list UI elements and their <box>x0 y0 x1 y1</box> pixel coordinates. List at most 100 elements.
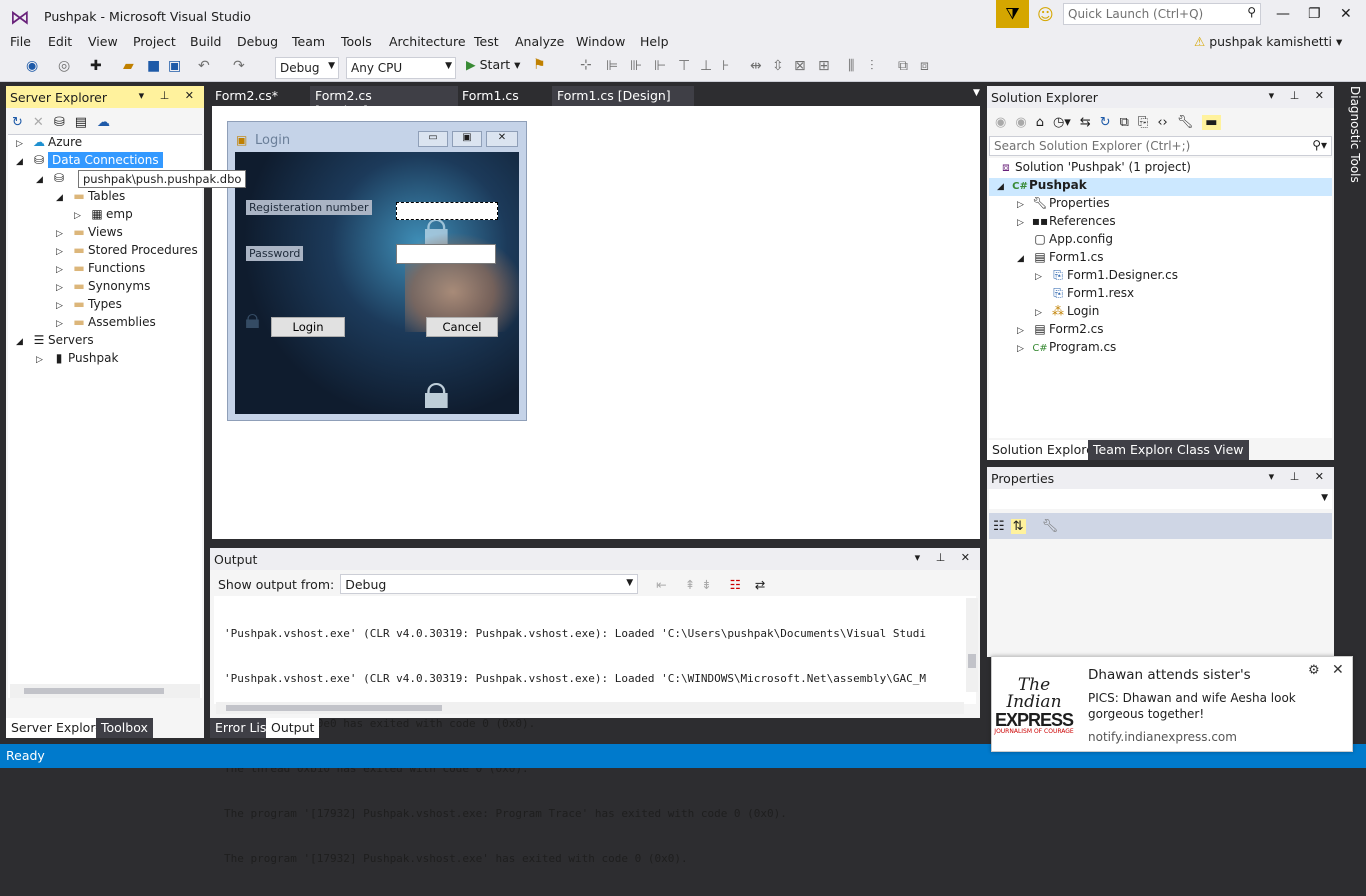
menu-tools[interactable]: Tools <box>341 34 372 49</box>
menu-architecture[interactable]: Architecture <box>389 34 466 49</box>
expand-icon[interactable]: ▷ <box>56 265 70 275</box>
expand-icon[interactable]: ▷ <box>56 247 70 257</box>
word-wrap-icon[interactable]: ⇄ <box>755 577 765 592</box>
tab-solution-explorer[interactable]: Solution Explorer <box>987 440 1104 460</box>
expand-icon[interactable]: ▷ <box>1035 308 1049 318</box>
navigate-forward-icon[interactable]: ◎ <box>58 58 70 74</box>
menu-analyze[interactable]: Analyze <box>515 34 564 49</box>
tree-item-form2[interactable]: ▷ ▤ Form2.cs <box>1017 322 1104 340</box>
menu-window[interactable]: Window <box>576 34 625 49</box>
navigate-back-icon[interactable]: ◉ <box>26 58 38 74</box>
notifications-filter-icon[interactable]: ⧩ <box>996 0 1029 28</box>
collapse-all-icon[interactable]: ⧉ <box>1120 115 1129 130</box>
user-account[interactable]: ⚠ pushpak kamishetti ▾ <box>1194 34 1342 49</box>
tree-item-form1-resx[interactable]: ⎘ Form1.resx <box>1049 286 1134 304</box>
menu-project[interactable]: Project <box>133 34 176 49</box>
align-rights-icon[interactable]: ⊩ <box>654 58 666 74</box>
tree-item-solution[interactable]: ⧈ Solution 'Pushpak' (1 project) <box>997 160 1191 178</box>
tree-item-data-connections[interactable]: ◢ ⛁ Data Connections <box>16 152 202 171</box>
collapse-icon[interactable]: ◢ <box>1017 254 1031 264</box>
expand-icon[interactable]: ▷ <box>16 139 30 149</box>
quick-launch-input[interactable]: Quick Launch (Ctrl+Q) ⚲ <box>1063 3 1261 25</box>
tree-item-connection[interactable]: ◢ ⛁ <box>36 171 68 189</box>
menu-build[interactable]: Build <box>190 34 221 49</box>
tab-form2-cs[interactable]: Form2.cs* <box>210 86 308 106</box>
open-file-icon[interactable]: ▰ <box>123 58 134 74</box>
properties-object-select[interactable]: ▼ <box>989 489 1332 509</box>
tree-item-form1-designer[interactable]: ▷ ⎘ Form1.Designer.cs <box>1035 268 1178 286</box>
panel-window-buttons[interactable]: ▾ ⊥ ✕ <box>139 89 200 102</box>
password-textbox[interactable] <box>396 244 496 264</box>
connect-azure-icon[interactable]: ☁ <box>97 115 110 130</box>
categorized-icon[interactable]: ☷ <box>993 519 1005 534</box>
expand-icon[interactable]: ▷ <box>74 211 88 221</box>
minimize-button[interactable]: — <box>1276 6 1290 22</box>
diagnostic-tools-tab[interactable]: Diagnostic Tools <box>1340 86 1362 186</box>
tree-item-types[interactable]: ▷ ▬ Types <box>56 297 122 315</box>
expand-icon[interactable]: ▷ <box>1017 344 1031 354</box>
bring-to-front-icon[interactable]: ⧉ <box>898 58 908 74</box>
tree-item-azure[interactable]: ▷ ☁ Azure <box>16 135 82 153</box>
show-all-files-icon[interactable]: ⎘ <box>1138 115 1148 130</box>
tree-item-assemblies[interactable]: ▷ ▬ Assemblies <box>56 315 156 333</box>
make-same-size-icon[interactable]: ⊠ <box>794 58 806 74</box>
close-button[interactable]: ✕ <box>1340 6 1352 22</box>
tab-form2-design[interactable]: Form2.cs [Design]*⊸✕ <box>310 86 458 118</box>
home-icon[interactable]: ⌂ <box>1036 115 1044 130</box>
make-same-width-icon[interactable]: ⇹ <box>750 58 762 74</box>
collapse-icon[interactable]: ◢ <box>16 157 30 167</box>
align-middles-icon[interactable]: ⊥ <box>700 58 712 74</box>
tab-output[interactable]: Output <box>266 718 320 738</box>
expand-icon[interactable]: ▷ <box>56 283 70 293</box>
horizontal-scrollbar[interactable] <box>10 684 200 698</box>
menu-test[interactable]: Test <box>474 34 499 49</box>
horizontal-scrollbar[interactable] <box>216 702 964 714</box>
output-source-select[interactable]: Debug ▼ <box>340 574 639 594</box>
vertical-spacing-icon[interactable]: ⫶ <box>870 58 874 74</box>
tab-class-view[interactable]: Class View <box>1172 440 1249 460</box>
expand-icon[interactable]: ▷ <box>36 355 50 365</box>
menu-help[interactable]: Help <box>640 34 669 49</box>
pending-changes-icon[interactable]: ◷▾ <box>1053 115 1071 130</box>
tab-dropdown-icon[interactable]: ▼ <box>968 86 985 106</box>
form-designer-surface[interactable]: ▣ Login ▭ ▣ ✕ 🔒︎ 🔒︎ 🔒︎ Registeration num… <box>212 106 980 539</box>
refresh-icon[interactable]: ↻ <box>12 115 23 130</box>
expand-icon[interactable]: ▷ <box>1035 272 1049 282</box>
feedback-smiley-icon[interactable]: ☺ <box>1037 5 1054 24</box>
next-message-icon[interactable]: ⇟ <box>701 577 711 592</box>
tree-item-pushpak-server[interactable]: ▷ ▮ Pushpak <box>36 351 118 369</box>
save-icon[interactable]: ■ <box>147 58 160 74</box>
menu-edit[interactable]: Edit <box>48 34 72 49</box>
alphabetical-icon[interactable]: ⇅ <box>1010 518 1026 534</box>
expand-icon[interactable]: ▷ <box>1017 326 1031 336</box>
tree-item-tables[interactable]: ◢ ▬ Tables <box>56 189 125 207</box>
expand-icon[interactable]: ▷ <box>56 229 70 239</box>
save-all-icon[interactable]: ▣ <box>168 58 181 74</box>
expand-icon[interactable]: ▷ <box>1017 200 1031 210</box>
menu-debug[interactable]: Debug <box>237 34 278 49</box>
tree-item-servers[interactable]: ◢ ☰ Servers <box>16 333 94 351</box>
horizontal-spacing-icon[interactable]: ⫼ <box>848 58 854 74</box>
undo-icon[interactable]: ↶ <box>198 58 210 74</box>
tab-toolbox[interactable]: Toolbox <box>96 718 153 738</box>
tree-item-program[interactable]: ▷ C#Program.cs <box>1017 340 1116 358</box>
tree-item-properties[interactable]: ▷ 🔧︎Properties <box>1017 196 1110 214</box>
cancel-button[interactable]: Cancel <box>426 317 498 337</box>
tree-item-login[interactable]: ▷ ⁂ Login <box>1035 304 1099 322</box>
collapse-icon[interactable]: ◢ <box>16 337 30 347</box>
connect-database-icon[interactable]: ⛁ <box>54 115 65 130</box>
connect-server-icon[interactable]: ▤ <box>75 115 87 130</box>
find-message-icon[interactable]: ⇤ <box>656 577 666 592</box>
tree-item-synonyms[interactable]: ▷ ▬ Synonyms <box>56 279 150 297</box>
forward-icon[interactable]: ◉ <box>1015 115 1026 130</box>
login-form[interactable]: ▣ Login ▭ ▣ ✕ 🔒︎ 🔒︎ 🔒︎ Registeration num… <box>227 121 527 421</box>
stop-icon[interactable]: ✕ <box>33 115 44 130</box>
expand-icon[interactable]: ▷ <box>56 319 70 329</box>
panel-window-buttons[interactable]: ▾ ⊥ ✕ <box>1269 89 1330 102</box>
collapse-icon[interactable]: ◢ <box>36 175 50 185</box>
tree-item-form1[interactable]: ◢ ▤ Form1.cs <box>1017 250 1104 268</box>
panel-window-buttons[interactable]: ▾ ⊥ ✕ <box>1269 470 1330 483</box>
tab-form1-design[interactable]: Form1.cs [Design] <box>552 86 694 106</box>
expand-icon[interactable]: ▷ <box>56 301 70 311</box>
tree-item-views[interactable]: ▷ ▬ Views <box>56 225 123 243</box>
